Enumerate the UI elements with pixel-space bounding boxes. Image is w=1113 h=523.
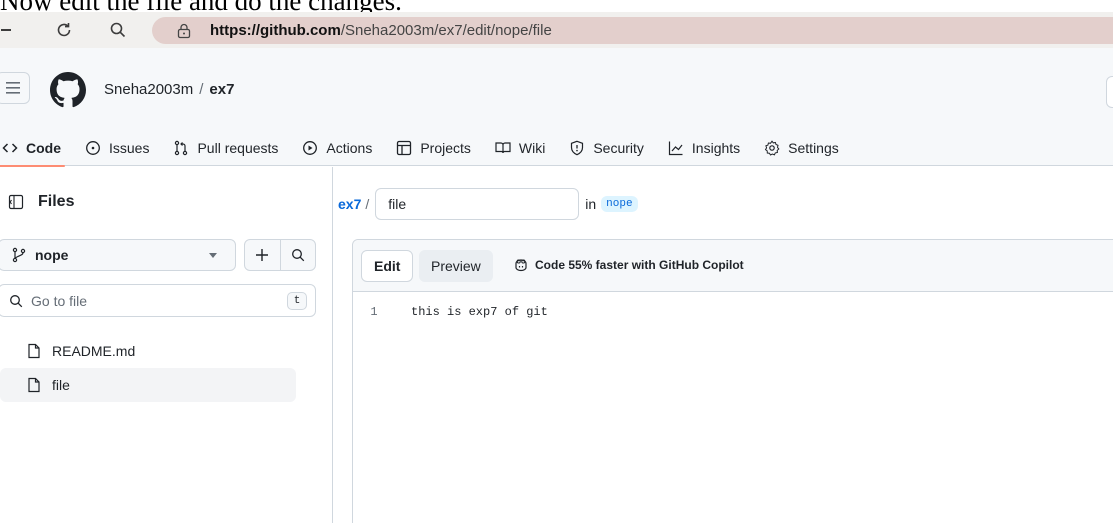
copilot-promo[interactable]: Code 55% faster with GitHub Copilot: [513, 257, 744, 273]
table-icon: [397, 140, 412, 156]
in-label: in: [585, 196, 597, 212]
repo-header: Sneha2003m / ex7 Code Issues Pull requests…: [0, 48, 1113, 167]
file-name: file: [52, 377, 70, 393]
browser-toolbar: https://github.com/Sneha2003m/ex7/edit/n…: [0, 12, 1113, 48]
preview-tab-button[interactable]: Preview: [419, 250, 493, 282]
files-title: Files: [38, 193, 75, 210]
url-text: https://github.com/Sneha2003m/ex7/edit/n…: [210, 22, 552, 39]
repo-breadcrumb: Sneha2003m / ex7: [104, 81, 234, 98]
header-action-button[interactable]: [1106, 76, 1113, 108]
add-file-button[interactable]: [245, 240, 280, 270]
plus-icon: [256, 249, 269, 261]
hamburger-icon: [6, 82, 20, 94]
file-tree-sidebar: Files nope Go to file t README.md file: [0, 167, 333, 523]
code-line[interactable]: 1 this is exp7 of git: [353, 302, 548, 322]
file-icon: [28, 343, 40, 359]
tab-pull-requests[interactable]: Pull requests: [161, 130, 290, 166]
issue-icon: [86, 141, 100, 155]
tab-insights[interactable]: Insights: [656, 130, 752, 166]
file-icon: [28, 377, 40, 393]
reload-icon[interactable]: [50, 16, 78, 44]
tab-label: Issues: [109, 140, 150, 156]
breadcrumb-separator: /: [199, 81, 204, 98]
filename-input[interactable]: file: [375, 188, 580, 220]
file-actions-group: [244, 239, 316, 271]
search-icon: [10, 294, 23, 307]
book-icon: [495, 142, 511, 154]
tab-label: Security: [593, 140, 644, 156]
search-icon[interactable]: [104, 16, 132, 44]
repo-root-link[interactable]: ex7: [338, 196, 361, 212]
pull-request-icon: [175, 140, 188, 156]
keyboard-shortcut-badge: t: [287, 292, 307, 310]
tab-label: Wiki: [518, 140, 546, 156]
chevron-down-icon: [209, 253, 217, 258]
file-name: README.md: [52, 343, 136, 359]
tab-code[interactable]: Code: [0, 130, 73, 167]
tab-label: Pull requests: [197, 140, 279, 156]
tab-issues[interactable]: Issues: [73, 130, 161, 166]
file-path-row: ex7 / file in nope: [334, 187, 638, 221]
code-editor: Edit Preview Code 55% faster with GitHub…: [352, 239, 1113, 523]
editor-main: ex7 / file in nope Edit Preview Code 55%…: [334, 167, 1113, 523]
tab-label: Projects: [420, 140, 471, 156]
code-icon: [2, 143, 18, 153]
tab-label: Settings: [788, 140, 839, 156]
go-to-file-placeholder: Go to file: [31, 292, 88, 309]
repo-owner-link[interactable]: Sneha2003m: [104, 81, 193, 98]
shield-icon: [571, 140, 584, 156]
go-to-file-input[interactable]: Go to file t: [0, 284, 316, 317]
file-tree-item-readme[interactable]: README.md: [0, 334, 296, 368]
play-icon: [303, 141, 318, 155]
search-icon: [291, 249, 305, 262]
edit-tab-button[interactable]: Edit: [361, 250, 414, 282]
tab-label: Code: [26, 140, 61, 156]
tab-wiki[interactable]: Wiki: [483, 130, 557, 166]
search-files-button[interactable]: [279, 240, 316, 270]
copilot-icon: [515, 259, 527, 272]
copilot-text: Code 55% faster with GitHub Copilot: [535, 258, 744, 272]
github-logo-icon[interactable]: [50, 72, 86, 108]
branch-badge: nope: [601, 196, 638, 212]
branch-selector[interactable]: nope: [0, 239, 236, 271]
repo-name-link[interactable]: ex7: [209, 81, 234, 98]
editor-toolbar: Edit Preview Code 55% faster with GitHub…: [353, 240, 1113, 292]
branch-name: nope: [35, 247, 69, 263]
menu-button[interactable]: [0, 72, 30, 104]
file-tree-item-file[interactable]: file: [0, 368, 296, 402]
tab-label: Actions: [326, 140, 373, 156]
branch-icon: [12, 247, 26, 263]
tab-settings[interactable]: Settings: [752, 130, 851, 166]
path-separator: /: [365, 196, 370, 212]
tab-actions[interactable]: Actions: [290, 130, 384, 166]
sidebar-collapse-icon[interactable]: [8, 194, 24, 210]
tab-projects[interactable]: Projects: [384, 130, 483, 166]
files-heading: Files: [8, 193, 74, 211]
line-number: 1: [370, 305, 378, 319]
repo-nav-tabs: Code Issues Pull requests Actions Projec…: [0, 130, 851, 167]
address-bar[interactable]: https://github.com/Sneha2003m/ex7/edit/n…: [152, 17, 1113, 44]
minimize-icon[interactable]: [0, 16, 16, 44]
tab-label: Insights: [691, 140, 741, 156]
site-info-icon[interactable]: [174, 17, 194, 44]
graph-icon: [668, 141, 683, 156]
gear-icon: [765, 140, 780, 156]
tab-security[interactable]: Security: [557, 130, 656, 166]
line-text[interactable]: this is exp7 of git: [395, 305, 548, 319]
